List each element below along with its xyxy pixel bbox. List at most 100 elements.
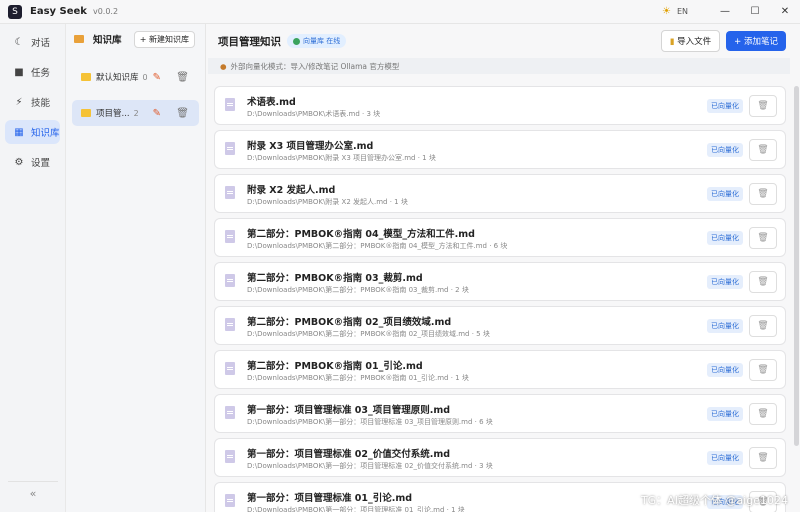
chat-icon: ☾ bbox=[14, 36, 24, 48]
delete-document-button[interactable]: 🗑 bbox=[749, 403, 777, 425]
file-icon bbox=[225, 98, 235, 111]
trash-icon: 🗑 bbox=[757, 365, 769, 375]
document-row[interactable]: 第二部分：PMBOK®指南 01_引论.md D:\Downloads\PMBOK… bbox=[214, 350, 786, 389]
theme-toggle-icon[interactable]: ☀ bbox=[662, 6, 671, 17]
info-icon: ● bbox=[220, 61, 227, 71]
collapse-nav-button[interactable]: « bbox=[0, 487, 66, 500]
document-path: D:\Downloads\PMBOK\第一部分：项目管理标准 02_价值交付系统… bbox=[247, 462, 493, 470]
app-version: v0.0.2 bbox=[92, 7, 119, 16]
trash-icon: 🗑 bbox=[757, 101, 769, 111]
close-button[interactable]: ✕ bbox=[770, 0, 800, 24]
file-icon bbox=[225, 362, 235, 375]
trash-icon[interactable]: 🗑 bbox=[176, 72, 189, 83]
language-switch[interactable]: EN bbox=[677, 7, 688, 16]
knowledge-icon: ▦ bbox=[14, 126, 24, 138]
settings-icon: ⚙ bbox=[14, 156, 24, 168]
mode-hint-bar: ● 外部向量化模式：导入/修改笔记 Ollama 官方模型 bbox=[208, 58, 790, 74]
edit-icon[interactable]: ✎ bbox=[153, 108, 161, 119]
document-row[interactable]: 第一部分：项目管理标准 03_项目管理原则.md D:\Downloads\PMB… bbox=[214, 394, 786, 433]
delete-document-button[interactable]: 🗑 bbox=[749, 447, 777, 469]
nav-item-label: 技能 bbox=[31, 98, 51, 109]
document-name: 第二部分：PMBOK®指南 03_裁剪.md bbox=[247, 273, 423, 284]
minimize-button[interactable]: — bbox=[710, 0, 740, 24]
document-row[interactable]: 第二部分：PMBOK®指南 02_项目绩效域.md D:\Downloads\PM… bbox=[214, 306, 786, 345]
nav-item-label: 知识库 bbox=[31, 128, 60, 139]
document-row[interactable]: 术语表.md D:\Downloads\PMBOK\术语表.md · 3 块 已向量… bbox=[214, 86, 786, 125]
title-bar: S Easy Seek v0.0.2 ☀ EN — ☐ ✕ bbox=[0, 0, 800, 24]
kb-item-name: 项目管... bbox=[96, 109, 130, 119]
document-path: D:\Downloads\PMBOK\第一部分：项目管理标准 01_引论.md … bbox=[247, 506, 465, 512]
folder-icon bbox=[81, 73, 91, 81]
document-area: 项目管理知识 向量库 在线 ▮ 导入文件 + 添加笔记 ● 外部向量化模式：导入… bbox=[206, 24, 800, 512]
delete-document-button[interactable]: 🗑 bbox=[749, 183, 777, 205]
import-file-button[interactable]: ▮ 导入文件 bbox=[660, 30, 721, 52]
add-note-button[interactable]: + 添加笔记 bbox=[726, 31, 786, 51]
document-path: D:\Downloads\PMBOK\术语表.md · 3 块 bbox=[247, 110, 381, 118]
document-path: D:\Downloads\PMBOK\第一部分：项目管理标准 03_项目管理原则… bbox=[247, 418, 493, 426]
vectorized-badge: 已向量化 bbox=[707, 407, 743, 421]
document-list: 术语表.md D:\Downloads\PMBOK\术语表.md · 3 块已向量… bbox=[214, 86, 786, 512]
trash-icon: 🗑 bbox=[757, 233, 769, 243]
file-icon bbox=[225, 230, 235, 243]
trash-icon: 🗑 bbox=[757, 409, 769, 419]
nav-item-1[interactable]: ■ 任务 bbox=[5, 60, 60, 84]
vectorized-badge: 已向量化 bbox=[707, 187, 743, 201]
trash-icon: 🗑 bbox=[757, 189, 769, 199]
knowledge-base-panel: 知识库 + 新建知识库 默认知识库 0 ✎ 🗑 项目管... 2 ✎ 🗑 bbox=[66, 24, 206, 512]
kb-item[interactable]: 默认知识库 0 ✎ 🗑 bbox=[72, 64, 199, 90]
file-icon bbox=[225, 450, 235, 463]
kb-item-count: 2 bbox=[133, 108, 139, 118]
nav-item-2[interactable]: ⚡ 技能 bbox=[5, 90, 60, 114]
file-icon bbox=[225, 186, 235, 199]
delete-document-button[interactable]: 🗑 bbox=[749, 227, 777, 249]
scrollbar[interactable] bbox=[794, 86, 799, 446]
kb-item-name: 默认知识库 bbox=[96, 73, 139, 83]
delete-document-button[interactable]: 🗑 bbox=[749, 315, 777, 337]
maximize-button[interactable]: ☐ bbox=[740, 0, 770, 24]
edit-icon[interactable]: ✎ bbox=[153, 72, 161, 83]
mode-hint-text: 外部向量化模式：导入/修改笔记 Ollama 官方模型 bbox=[230, 61, 400, 71]
skill-icon: ⚡ bbox=[15, 96, 23, 108]
delete-document-button[interactable]: 🗑 bbox=[749, 359, 777, 381]
nav-item-0[interactable]: ☾ 对话 bbox=[5, 30, 60, 54]
new-knowledge-base-button[interactable]: + 新建知识库 bbox=[133, 30, 195, 48]
nav-item-3[interactable]: ▦ 知识库 bbox=[5, 120, 60, 144]
document-path: D:\Downloads\PMBOK\第二部分：PMBOK®指南 01_引论.m… bbox=[247, 374, 469, 382]
document-path: D:\Downloads\PMBOK\附录 X3 项目管理办公室.md · 1 … bbox=[247, 154, 436, 162]
document-name: 第一部分：项目管理标准 01_引论.md bbox=[247, 493, 413, 504]
delete-document-button[interactable]: 🗑 bbox=[749, 95, 777, 117]
nav-item-4[interactable]: ⚙ 设置 bbox=[5, 150, 60, 174]
trash-icon[interactable]: 🗑 bbox=[176, 108, 189, 119]
kb-item[interactable]: 项目管... 2 ✎ 🗑 bbox=[72, 100, 199, 126]
document-name: 附录 X2 发起人.md bbox=[247, 185, 336, 196]
main-nav: ☾ 对话 ■ 任务 ⚡ 技能 ▦ 知识库 ⚙ 设置 « bbox=[0, 24, 66, 512]
app-logo: S bbox=[8, 4, 22, 19]
file-icon bbox=[225, 142, 235, 155]
document-row[interactable]: 附录 X2 发起人.md D:\Downloads\PMBOK\附录 X2 发起人… bbox=[214, 174, 786, 213]
page-title: 项目管理知识 bbox=[218, 35, 281, 48]
trash-icon: 🗑 bbox=[757, 453, 769, 463]
document-row[interactable]: 第二部分：PMBOK®指南 04_模型_方法和工件.md D:\Downloads… bbox=[214, 218, 786, 257]
file-icon bbox=[225, 274, 235, 287]
task-icon: ■ bbox=[14, 66, 24, 78]
document-name: 第一部分：项目管理标准 03_项目管理原则.md bbox=[247, 405, 451, 416]
trash-icon: 🗑 bbox=[757, 321, 769, 331]
document-row[interactable]: 附录 X3 项目管理办公室.md D:\Downloads\PMBOK\附录 X3… bbox=[214, 130, 786, 169]
vectorized-badge: 已向量化 bbox=[707, 319, 743, 333]
folder-icon bbox=[81, 109, 91, 117]
document-path: D:\Downloads\PMBOK\第二部分：PMBOK®指南 02_项目绩效… bbox=[247, 330, 490, 338]
vectorized-badge: 已向量化 bbox=[707, 143, 743, 157]
kb-panel-title: 知识库 bbox=[93, 35, 122, 46]
delete-document-button[interactable]: 🗑 bbox=[749, 271, 777, 293]
delete-document-button[interactable]: 🗑 bbox=[749, 139, 777, 161]
import-file-label: 导入文件 bbox=[677, 37, 712, 47]
document-name: 第二部分：PMBOK®指南 01_引论.md bbox=[247, 361, 423, 372]
nav-item-label: 对话 bbox=[31, 38, 51, 49]
document-row[interactable]: 第一部分：项目管理标准 02_价值交付系统.md D:\Downloads\PMB… bbox=[214, 438, 786, 477]
vectorized-badge: 已向量化 bbox=[707, 99, 743, 113]
document-name: 术语表.md bbox=[247, 97, 296, 108]
knowledge-base-icon bbox=[74, 35, 84, 43]
app-title: Easy Seek bbox=[30, 6, 87, 17]
document-row[interactable]: 第二部分：PMBOK®指南 03_裁剪.md D:\Downloads\PMBOK… bbox=[214, 262, 786, 301]
vectorized-badge: 已向量化 bbox=[707, 231, 743, 245]
